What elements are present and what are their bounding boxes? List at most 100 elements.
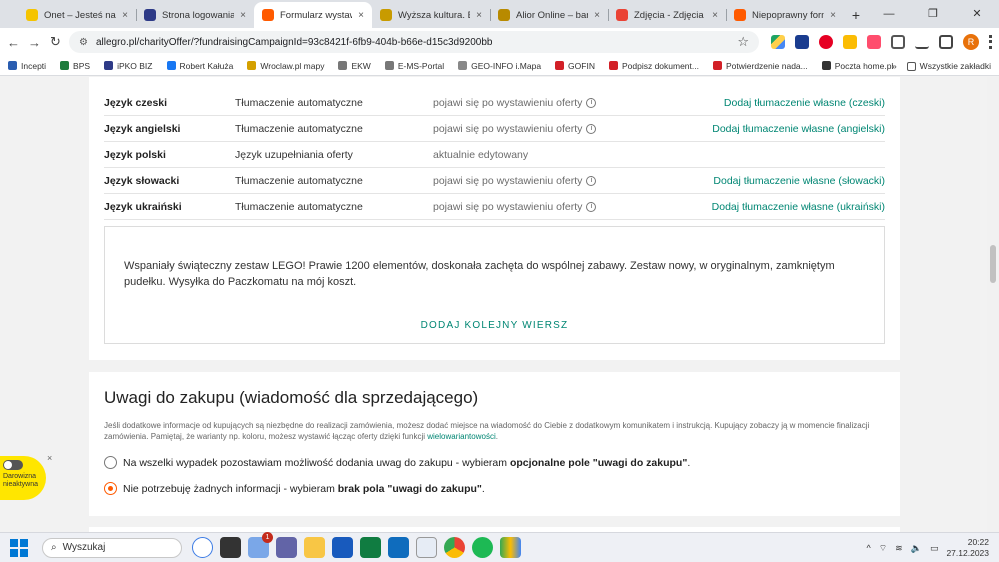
all-bookmarks-label: Wszystkie zakładki	[919, 61, 991, 71]
multivariant-link[interactable]: wielowariantowości	[427, 432, 495, 441]
add-row-button[interactable]: DODAJ KOLEJNY WIERSZ	[105, 320, 884, 331]
yellow-extension-icon[interactable]	[843, 35, 857, 49]
donation-toggle[interactable]	[3, 460, 23, 470]
bookmark-item[interactable]: Potwierdzenie nada...	[712, 61, 808, 71]
teams-app-icon[interactable]	[276, 537, 297, 558]
word-app-icon[interactable]	[332, 537, 353, 558]
new-tab-button[interactable]: +	[844, 2, 868, 28]
note-end: .	[495, 432, 498, 441]
solitaire-app-icon[interactable]	[416, 537, 437, 558]
browser-tab-strip: Onet – Jesteś na bieżąco×Strona logowani…	[0, 0, 999, 28]
explorer-app-icon[interactable]	[304, 537, 325, 558]
bookmark-favicon-icon	[555, 61, 565, 70]
donation-widget[interactable]: Darowizna nieaktywna	[0, 456, 46, 500]
back-icon[interactable]: ←	[6, 35, 21, 50]
info-icon[interactable]: i	[586, 97, 597, 108]
download-icon[interactable]	[915, 35, 929, 49]
tab-title: Onet – Jesteś na bieżąco	[44, 9, 116, 21]
bookmark-item[interactable]: GEO-INFO i.Mapa	[458, 61, 541, 71]
radio-optional-notes[interactable]: Na wszelki wypadek pozostawiam możliwość…	[104, 456, 690, 469]
tab-close-icon[interactable]: ×	[240, 10, 246, 21]
pinterest-extension-icon[interactable]	[819, 35, 833, 49]
bookmark-item[interactable]: E-MS-Portal	[384, 61, 444, 71]
puzzle-icon[interactable]	[891, 35, 905, 49]
language-status-text: pojawi się po wystawieniu oferty	[433, 200, 583, 213]
description-editor[interactable]: Wspaniały świąteczny zestaw LEGO! Prawie…	[104, 226, 885, 344]
browser-tab[interactable]: Onet – Jesteś na bieżąco ×	[18, 2, 136, 28]
menu-kebab-icon[interactable]	[989, 35, 993, 49]
add-own-translation-link[interactable]: Dodaj tłumaczenie własne (słowacki)	[633, 175, 885, 187]
bookmarks-more-button[interactable]: »	[892, 61, 897, 71]
bookmark-item[interactable]: EKW	[338, 61, 371, 71]
scrollbar-thumb[interactable]	[990, 245, 996, 283]
page-scrollbar[interactable]	[987, 77, 999, 532]
bookmark-label: iPKO BIZ	[117, 60, 153, 71]
tray-chevron-icon[interactable]: ^	[866, 543, 870, 553]
radio-optional-notes-dot[interactable]	[104, 456, 117, 469]
chrome-app-icon[interactable]	[444, 537, 465, 558]
mail-app-icon[interactable]: 1	[248, 532, 273, 558]
red-extension-icon[interactable]	[867, 35, 881, 49]
add-own-translation-link[interactable]: Dodaj tłumaczenie własne (czeski)	[633, 97, 885, 109]
all-bookmarks-folder[interactable]: Wszystkie zakładki	[906, 61, 991, 71]
add-own-translation-link[interactable]: Dodaj tłumaczenie własne (angielski)	[633, 123, 885, 135]
windows-start-icon[interactable]	[10, 538, 28, 557]
browser-tab[interactable]: Wyższa kultura. Bank ×	[372, 2, 490, 28]
bookmark-favicon-icon	[384, 61, 394, 70]
reload-icon[interactable]: ↻	[48, 34, 63, 50]
bookmark-item[interactable]: Robert Kałuża	[166, 61, 233, 71]
drive-extension-icon[interactable]	[771, 35, 785, 49]
bookmark-item[interactable]: Podpisz dokument...	[608, 61, 699, 71]
language-type-text: Język uzupełniania oferty	[235, 148, 353, 161]
excel-app-icon[interactable]	[360, 537, 381, 558]
browser-tab[interactable]: Zdjęcia - Zdjęcia Google ×	[608, 2, 726, 28]
side-panel-icon[interactable]	[939, 35, 953, 49]
info-icon[interactable]: i	[586, 201, 597, 212]
bookmark-star-icon[interactable]: ☆	[737, 34, 749, 50]
tab-close-icon[interactable]: ×	[712, 10, 718, 21]
network-icon[interactable]: ⌔	[879, 543, 887, 554]
tab-close-icon[interactable]: ×	[594, 10, 600, 21]
meet-extension-icon[interactable]	[795, 35, 809, 49]
info-icon[interactable]: i	[586, 175, 597, 186]
site-info-icon[interactable]: ⚙	[79, 37, 88, 48]
url-text[interactable]: allegro.pl/charityOffer/?fundraisingCamp…	[96, 37, 729, 48]
browser-tab[interactable]: Alior Online – bankowość ×	[490, 2, 608, 28]
maps-app-icon[interactable]	[500, 537, 521, 558]
bookmark-item[interactable]: GOFIN	[555, 61, 595, 71]
volume-icon[interactable]: 🔈	[911, 543, 922, 554]
tab-close-icon[interactable]: ×	[476, 10, 482, 21]
bookmark-item[interactable]: Incepti	[8, 61, 46, 71]
browser-tab[interactable]: Niepoprawny formularz ×	[726, 2, 844, 28]
bookmark-item[interactable]: BPS	[60, 61, 90, 71]
add-own-translation-link-text: Dodaj tłumaczenie własne (czeski)	[723, 96, 885, 109]
bookmark-item[interactable]: Poczta home.pl	[821, 61, 893, 71]
close-window-button[interactable]: ✕	[955, 0, 999, 28]
donation-widget-close-icon[interactable]: ×	[47, 453, 52, 463]
browser-tab[interactable]: Formularz wystawiania ×	[254, 2, 372, 28]
bing-app-icon[interactable]	[192, 537, 213, 558]
desktop-app-icon[interactable]	[220, 537, 241, 558]
profile-avatar[interactable]: R	[963, 34, 979, 50]
browser-tab[interactable]: Strona logowania | iPKO ×	[136, 2, 254, 28]
tab-close-icon[interactable]: ×	[830, 10, 836, 21]
tab-close-icon[interactable]: ×	[122, 10, 128, 21]
taskbar-search[interactable]: ⌕ Wyszukaj	[42, 537, 182, 558]
minimize-button[interactable]: —	[867, 0, 911, 28]
bookmark-item[interactable]: iPKO BIZ	[104, 60, 153, 71]
description-text[interactable]: Wspaniały świąteczny zestaw LEGO! Prawie…	[124, 258, 844, 290]
clock[interactable]: 20:22 27.12.2023	[946, 537, 989, 559]
info-icon[interactable]: i	[586, 123, 597, 134]
battery-icon[interactable]: ▭	[930, 543, 939, 554]
forward-icon[interactable]: →	[27, 35, 42, 50]
tab-close-icon[interactable]: ×	[358, 10, 364, 21]
address-bar[interactable]: ⚙ allegro.pl/charityOffer/?fundraisingCa…	[69, 31, 759, 53]
radio-no-notes-dot[interactable]	[104, 482, 117, 495]
add-own-translation-link[interactable]: Dodaj tłumaczenie własne (ukraiński)	[633, 201, 885, 213]
radio-no-notes[interactable]: Nie potrzebuję żadnych informacji - wybi…	[104, 482, 485, 495]
bookmark-item[interactable]: Wroclaw.pl mapy	[247, 61, 324, 71]
maximize-button[interactable]: ❐	[911, 0, 955, 28]
wifi-icon[interactable]: ≋	[895, 543, 903, 554]
spotify-app-icon[interactable]	[472, 537, 493, 558]
outlook-app-icon[interactable]	[388, 537, 409, 558]
